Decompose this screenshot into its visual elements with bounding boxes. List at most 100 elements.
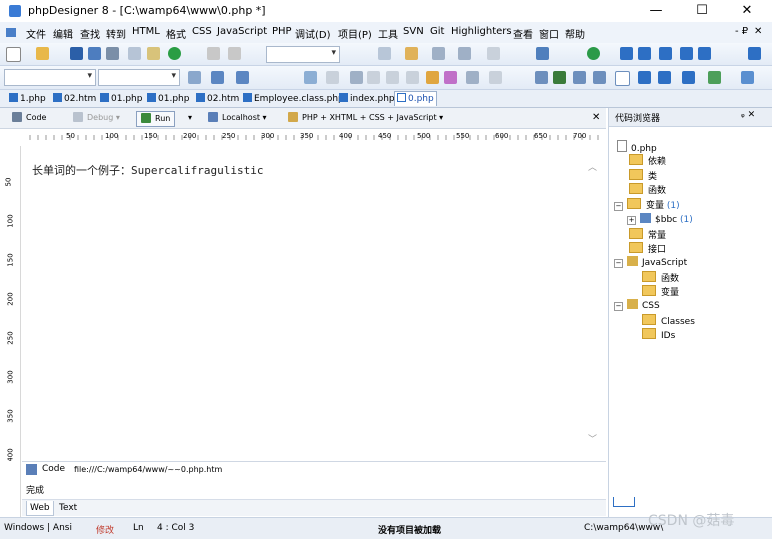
menu-debug[interactable]: 调试(D) xyxy=(295,26,331,41)
menu-git[interactable]: Git xyxy=(430,26,444,37)
menu-find[interactable]: 查找 xyxy=(80,26,100,41)
preview-code-tab[interactable]: Code xyxy=(42,464,65,474)
tree-javascript[interactable]: − JavaScript xyxy=(614,256,687,268)
image-icon[interactable] xyxy=(236,71,249,84)
code-line[interactable]: 长单词的一个例子：Supercalifragulistic xyxy=(32,162,263,178)
collapse-icon[interactable]: − xyxy=(614,202,623,211)
panel-2-icon[interactable] xyxy=(658,71,671,84)
menu-edit[interactable]: 编辑 xyxy=(53,26,73,41)
mdi-restore-button[interactable]: - ₽ xyxy=(735,26,748,37)
localhost-button[interactable]: Localhost ▾ xyxy=(208,111,267,125)
redo-icon[interactable] xyxy=(487,47,500,60)
tab-01-php-2[interactable]: 01.php xyxy=(147,92,189,106)
form-icon[interactable] xyxy=(211,71,224,84)
align-3-icon[interactable] xyxy=(386,71,399,84)
tree-variables[interactable]: − 变量 (1) xyxy=(614,198,680,211)
save-icon[interactable] xyxy=(70,47,83,60)
menu-project[interactable]: 项目(P) xyxy=(338,26,372,41)
layout-5-icon[interactable] xyxy=(698,47,711,60)
print-icon[interactable] xyxy=(106,47,119,60)
align-4-icon[interactable] xyxy=(406,71,419,84)
debug-button[interactable]: Debug ▾ xyxy=(73,111,120,125)
tree-var-bbc[interactable]: + $bbc (1) xyxy=(627,213,693,225)
tab-02-htm-2[interactable]: 02.htm xyxy=(196,92,239,106)
panel-pin-close[interactable]: ᵩ ✕ xyxy=(741,110,755,120)
tab-text[interactable]: Text xyxy=(59,501,77,515)
browser-icon[interactable] xyxy=(168,47,181,60)
frame-icon[interactable] xyxy=(489,71,502,84)
outdent-icon[interactable] xyxy=(458,47,471,60)
minimize-button[interactable]: — xyxy=(633,0,679,22)
menu-file[interactable]: 文件 xyxy=(26,26,46,41)
tab-01-php[interactable]: 01.php xyxy=(100,92,142,106)
layout-1-icon[interactable] xyxy=(620,47,633,60)
copy-icon[interactable] xyxy=(228,47,241,60)
layout-2-icon[interactable] xyxy=(638,47,651,60)
scroll-up-icon[interactable]: ︿ xyxy=(588,160,597,173)
tree-deps[interactable]: 依赖 xyxy=(629,154,666,167)
paste-icon[interactable] xyxy=(405,47,418,60)
tree-css-ids[interactable]: IDs xyxy=(642,328,675,341)
unordered-list-icon[interactable] xyxy=(593,71,606,84)
new-file-icon[interactable] xyxy=(6,47,21,62)
mdi-close-button[interactable]: ✕ xyxy=(754,26,762,37)
preview-icon[interactable] xyxy=(128,47,141,60)
menu-goto[interactable]: 转到 xyxy=(106,26,126,41)
find-icon[interactable] xyxy=(147,47,160,60)
panel-tab-handle[interactable] xyxy=(613,497,635,507)
tree-interfaces[interactable]: 接口 xyxy=(629,242,666,255)
close-button[interactable]: ✕ xyxy=(724,0,770,22)
open-folder-icon[interactable] xyxy=(36,47,49,60)
project-select[interactable] xyxy=(4,69,96,86)
menu-svn[interactable]: SVN xyxy=(403,26,424,37)
cut-icon[interactable] xyxy=(207,47,220,60)
tree-js-functions[interactable]: 函数 xyxy=(642,271,679,284)
panel-3-icon[interactable] xyxy=(682,71,695,84)
tab-web[interactable]: Web xyxy=(26,501,54,516)
panel-icon[interactable] xyxy=(638,71,651,84)
menu-javascript[interactable]: JavaScript xyxy=(217,26,267,37)
menu-help[interactable]: 帮助 xyxy=(565,26,585,41)
tab-0-php[interactable]: 0.php xyxy=(394,91,437,106)
close-editor-button[interactable]: ✕ xyxy=(592,111,600,125)
validate-icon[interactable] xyxy=(536,47,549,60)
menu-window[interactable]: 窗口 xyxy=(539,26,559,41)
run-browser-icon[interactable] xyxy=(587,47,600,60)
menu-tools[interactable]: 工具 xyxy=(378,26,398,41)
function-select[interactable] xyxy=(98,69,180,86)
menu-format[interactable]: 格式 xyxy=(166,26,186,41)
layout-3-icon[interactable] xyxy=(659,47,672,60)
scroll-down-icon[interactable]: ﹀ xyxy=(588,432,597,445)
options-icon[interactable] xyxy=(741,71,754,84)
tab-1-php[interactable]: 1.php xyxy=(9,92,46,106)
table-icon[interactable] xyxy=(466,71,479,84)
link-icon[interactable] xyxy=(326,71,339,84)
layout-4-icon[interactable] xyxy=(680,47,693,60)
undo-icon[interactable] xyxy=(378,47,391,60)
menu-view[interactable]: 查看 xyxy=(513,26,533,41)
list-icon[interactable] xyxy=(535,71,548,84)
tag-icon[interactable] xyxy=(304,71,317,84)
tab-index-php[interactable]: index.php xyxy=(339,92,395,106)
font-select[interactable] xyxy=(266,46,340,63)
tree-file[interactable]: 0.php xyxy=(617,140,657,154)
collapse-icon[interactable]: − xyxy=(614,302,623,311)
run-button[interactable]: Run xyxy=(136,111,176,127)
tab-employee-class[interactable]: Employee.class.php xyxy=(243,92,344,106)
tree-functions[interactable]: 函数 xyxy=(629,183,666,196)
pic-icon[interactable] xyxy=(553,71,566,84)
align-2-icon[interactable] xyxy=(367,71,380,84)
tree-constants[interactable]: 常量 xyxy=(629,228,666,241)
tree-css-classes[interactable]: Classes xyxy=(642,314,695,327)
language-mode-button[interactable]: PHP + XHTML + CSS + JavaScript ▾ xyxy=(288,111,443,125)
tree-css[interactable]: − CSS xyxy=(614,299,660,311)
toolbar-options-icon[interactable] xyxy=(748,47,761,60)
bulb-icon[interactable] xyxy=(426,71,439,84)
code-button[interactable]: Code xyxy=(12,111,46,125)
menu-html[interactable]: HTML xyxy=(132,26,160,37)
export-icon[interactable] xyxy=(708,71,721,84)
maximize-button[interactable]: ☐ xyxy=(679,0,725,22)
run-dropdown[interactable]: ▾ xyxy=(188,111,192,125)
align-1-icon[interactable] xyxy=(350,71,363,84)
menu-css[interactable]: CSS xyxy=(192,26,212,37)
